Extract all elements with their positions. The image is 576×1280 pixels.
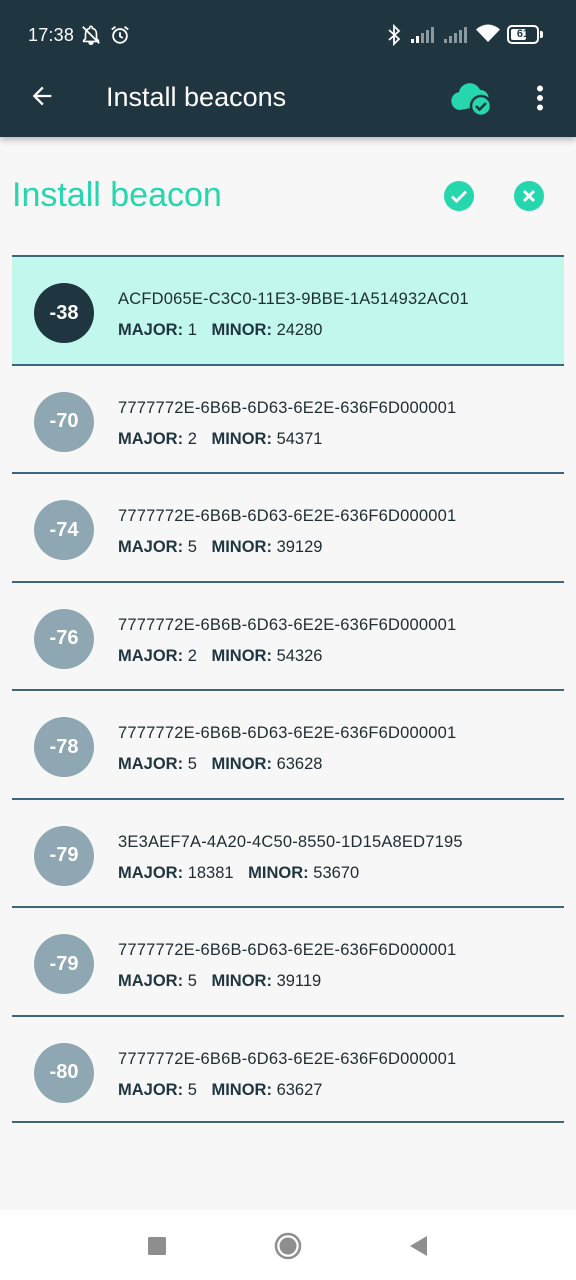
minor-value: 39119 [276, 972, 322, 990]
home-icon [274, 1232, 302, 1260]
status-time: 17:38 [28, 25, 75, 45]
beacon-row[interactable]: -79 7777772E-6B6B-6D63-6E2E-636F6D000001… [12, 906, 564, 1015]
beacon-major-minor: MAJOR: 1 MINOR: 24280 [118, 320, 322, 340]
back-button[interactable] [22, 76, 62, 116]
minor-label: MINOR: [248, 863, 309, 882]
notifications-off-icon [82, 25, 100, 45]
minor-value: 63627 [276, 1080, 323, 1099]
minor-value: 54326 [276, 646, 323, 665]
battery-tip [540, 31, 543, 38]
beacon-uuid: ACFD065E-C3C0-11E3-9BBE-1A514932AC01 [118, 290, 469, 308]
recent-apps-button[interactable] [143, 1232, 171, 1260]
rssi-badge: -80 [34, 1042, 94, 1103]
minor-label: MINOR: [211, 755, 272, 773]
minor-label: MINOR: [211, 646, 272, 665]
major-label: MAJOR: [118, 863, 184, 882]
minor-label: MINOR: [211, 972, 272, 990]
major-label: MAJOR: [118, 646, 184, 665]
arrow-left-icon [32, 86, 52, 106]
beacon-major-minor: MAJOR: 18381 MINOR: 53670 [118, 863, 359, 883]
cancel-button[interactable] [513, 180, 545, 212]
alarm-icon [111, 26, 129, 44]
close-circle-icon [514, 181, 544, 211]
rssi-badge: -38 [34, 283, 94, 343]
rssi-badge: -74 [34, 500, 94, 560]
major-label: MAJOR: [118, 321, 184, 339]
battery-icon: 61 [507, 25, 539, 44]
major-label: MAJOR: [118, 538, 184, 556]
beacon-uuid: 7777772E-6B6B-6D63-6E2E-636F6D000001 [118, 1049, 457, 1068]
back-triangle-icon [410, 1236, 427, 1256]
beacon-row[interactable]: -78 7777772E-6B6B-6D63-6E2E-636F6D000001… [12, 689, 564, 798]
beacon-uuid: 7777772E-6B6B-6D63-6E2E-636F6D000001 [118, 615, 457, 634]
beacon-major-minor: MAJOR: 5 MINOR: 39129 [118, 537, 322, 557]
major-value: 5 [187, 972, 197, 990]
minor-value: 63628 [276, 755, 323, 773]
signal-icon [411, 27, 434, 43]
bluetooth-icon [388, 23, 401, 47]
minor-label: MINOR: [211, 538, 272, 556]
beacon-major-minor: MAJOR: 2 MINOR: 54371 [118, 429, 322, 449]
rssi-badge: -79 [34, 825, 94, 886]
beacon-major-minor: MAJOR: 5 MINOR: 63627 [118, 1080, 322, 1100]
rssi-badge: -79 [34, 934, 94, 994]
beacon-row[interactable]: -80 7777772E-6B6B-6D63-6E2E-636F6D000001… [12, 1014, 564, 1123]
beacon-major-minor: MAJOR: 2 MINOR: 54326 [118, 646, 322, 666]
major-label: MAJOR: [118, 755, 184, 773]
more-options-button[interactable] [522, 78, 558, 118]
minor-label: MINOR: [211, 429, 272, 448]
beacon-row[interactable]: -79 3E3AEF7A-4A20-4C50-8550-1D15A8ED7195… [12, 797, 564, 907]
minor-label: MINOR: [211, 1080, 272, 1099]
section-title: Install beacon [12, 176, 222, 214]
beacon-major-minor: MAJOR: 5 MINOR: 39119 [118, 971, 321, 991]
major-value: 18381 [187, 863, 234, 882]
recent-apps-icon [148, 1237, 166, 1255]
major-value: 5 [187, 1080, 197, 1099]
status-bar: 17:38 61 [0, 0, 576, 56]
major-value: 5 [187, 755, 197, 773]
beacon-uuid: 3E3AEF7A-4A20-4C50-8550-1D15A8ED7195 [118, 832, 463, 851]
check-circle-icon [444, 181, 474, 211]
system-nav-bar [0, 1210, 576, 1280]
major-value: 1 [187, 321, 197, 339]
major-value: 2 [187, 429, 197, 448]
beacon-uuid: 7777772E-6B6B-6D63-6E2E-636F6D000001 [118, 398, 457, 417]
confirm-button[interactable] [443, 180, 475, 212]
rssi-badge: -76 [34, 608, 94, 669]
major-label: MAJOR: [118, 1080, 184, 1099]
beacon-row[interactable]: -38 ACFD065E-C3C0-11E3-9BBE-1A514932AC01… [12, 255, 564, 364]
more-vert-icon [537, 85, 543, 111]
beacon-uuid: 7777772E-6B6B-6D63-6E2E-636F6D000001 [118, 724, 457, 742]
signal-icon [444, 27, 467, 43]
beacon-row[interactable]: -74 7777772E-6B6B-6D63-6E2E-636F6D000001… [12, 472, 564, 581]
minor-value: 54371 [276, 429, 323, 448]
cloud-check-icon [451, 83, 493, 118]
wifi-icon [476, 24, 500, 42]
nav-back-button[interactable] [404, 1232, 432, 1260]
battery-percent: 61 [516, 28, 530, 40]
minor-value: 39129 [276, 538, 323, 556]
rssi-badge: -70 [34, 391, 94, 452]
beacon-uuid: 7777772E-6B6B-6D63-6E2E-636F6D000001 [118, 507, 457, 525]
rssi-badge: -78 [34, 717, 94, 777]
major-label: MAJOR: [118, 972, 184, 990]
minor-value: 53670 [313, 863, 360, 882]
home-button[interactable] [274, 1232, 302, 1260]
app-title: Install beacons [106, 82, 287, 112]
beacon-row[interactable]: -76 7777772E-6B6B-6D63-6E2E-636F6D000001… [12, 580, 564, 690]
app-bar: Install beacons [0, 56, 576, 137]
beacon-list: -38 ACFD065E-C3C0-11E3-9BBE-1A514932AC01… [12, 255, 564, 1123]
major-value: 5 [187, 538, 197, 556]
cloud-sync-button[interactable] [448, 78, 496, 118]
minor-label: MINOR: [211, 321, 272, 339]
beacon-row[interactable]: -70 7777772E-6B6B-6D63-6E2E-636F6D000001… [12, 363, 564, 473]
major-label: MAJOR: [118, 429, 184, 448]
major-value: 2 [187, 646, 197, 665]
beacon-uuid: 7777772E-6B6B-6D63-6E2E-636F6D000001 [118, 941, 457, 959]
minor-value: 24280 [276, 321, 323, 339]
beacon-major-minor: MAJOR: 5 MINOR: 63628 [118, 754, 322, 774]
